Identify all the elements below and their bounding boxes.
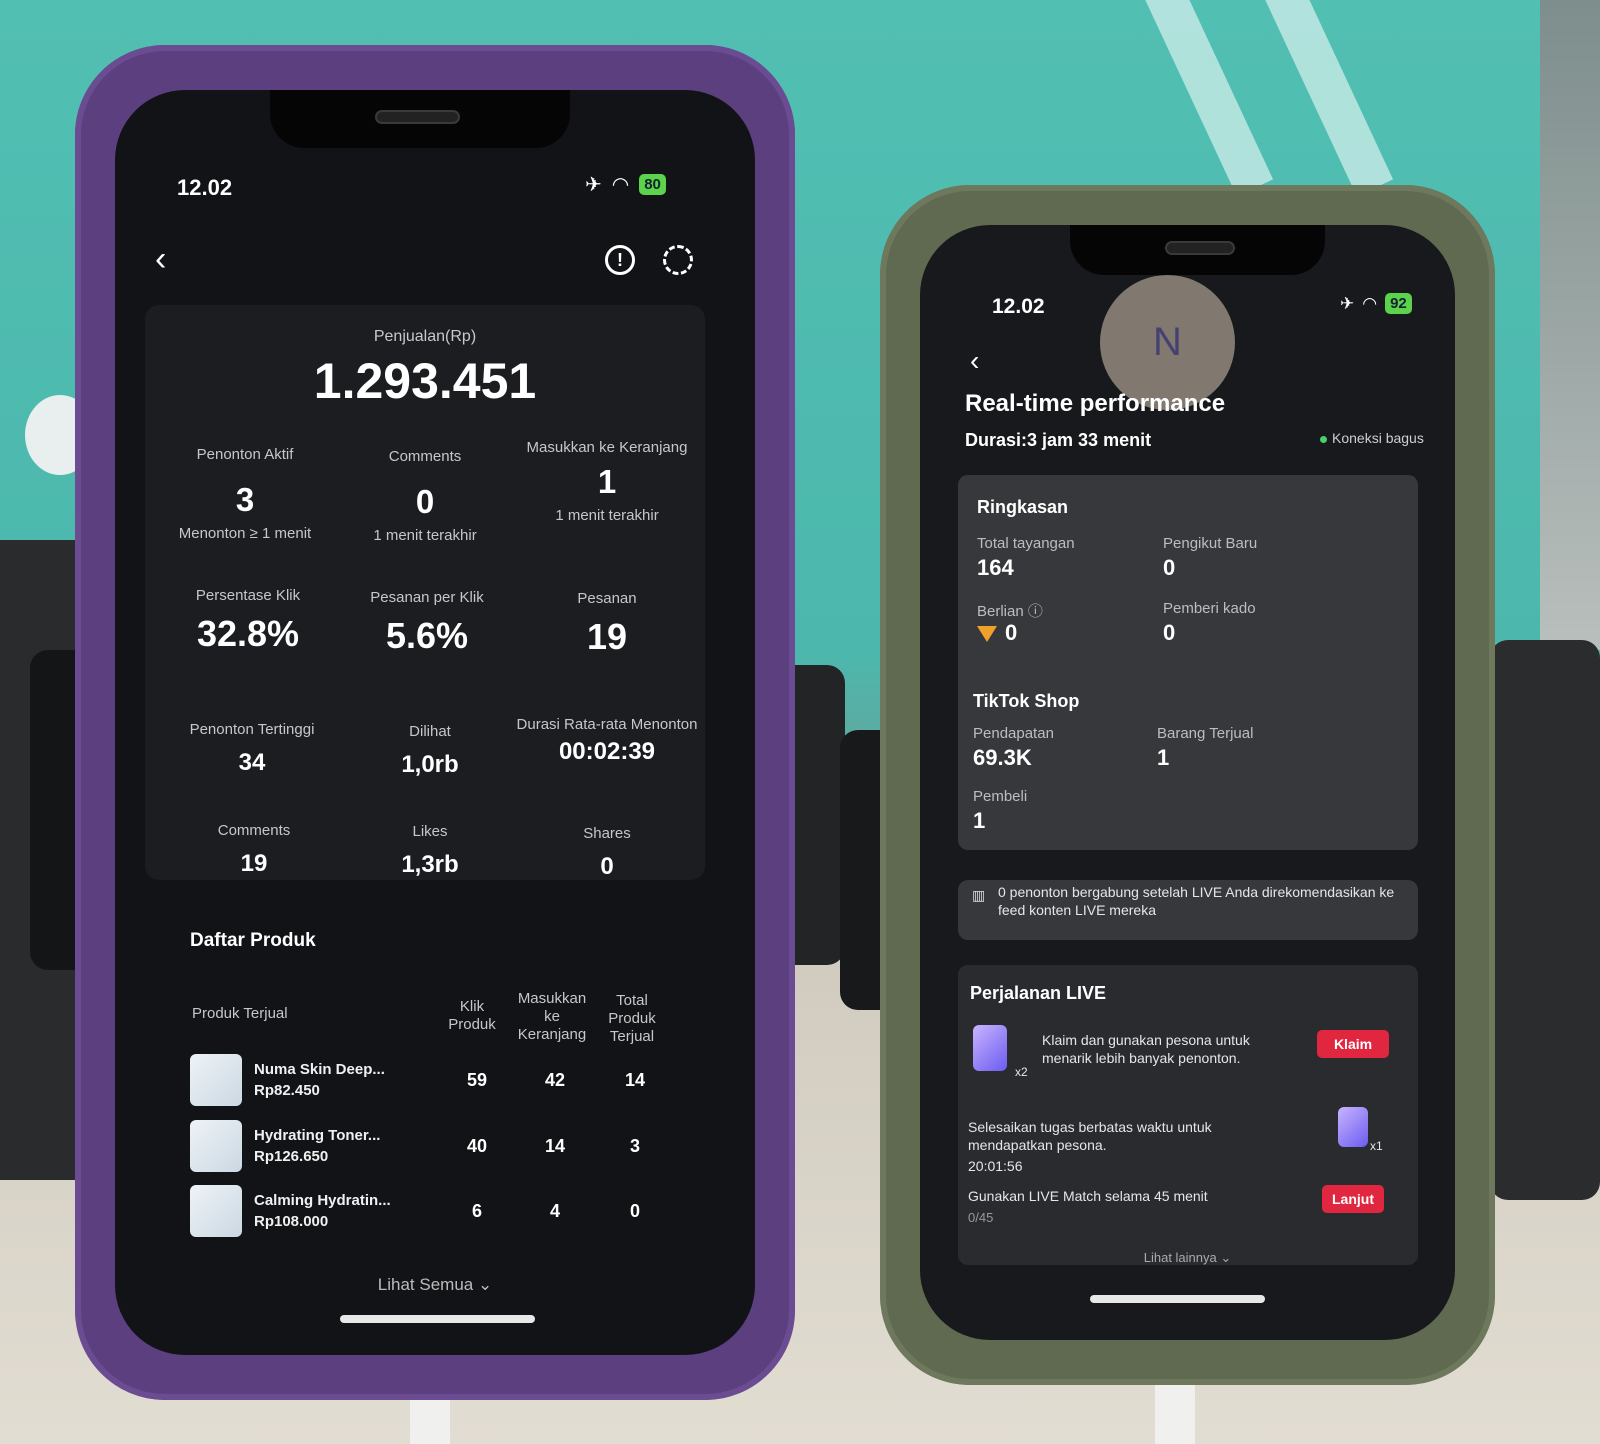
status-time: 12.02: [177, 175, 233, 200]
diamonds-value: 0: [977, 620, 1017, 646]
task2-text: Selesaikan tugas berbatas waktu untuk me…: [968, 1119, 1212, 1153]
product-row[interactable]: Calming Hydratin... Rp108.000 6 4 0: [190, 1183, 670, 1239]
revenue-label: Pendapatan: [973, 725, 1054, 742]
back-icon[interactable]: ‹: [155, 242, 166, 276]
metric-shares: Shares 0: [583, 825, 631, 880]
airplane-icon: ✈: [585, 174, 602, 196]
task2-count: x1: [1370, 1139, 1383, 1153]
left-phone-screen: 12.02 ✈ ◠ 80 ‹ ! Penjualan(Rp) 1.293.451…: [115, 90, 755, 1355]
battery-icon: 92: [1385, 293, 1412, 314]
task1-count: x2: [1015, 1065, 1028, 1079]
revenue-value: 69.3K: [973, 745, 1032, 770]
claim-button[interactable]: Klaim: [1317, 1030, 1389, 1058]
journey-title: Perjalanan LIVE: [970, 983, 1107, 1003]
metric-comments-recent: Comments 0 1 menit terakhir: [373, 448, 477, 544]
product-info: Numa Skin Deep... Rp82.450: [254, 1061, 385, 1099]
product-thumbnail: [190, 1054, 242, 1106]
product-row[interactable]: Numa Skin Deep... Rp82.450 59 42 14: [190, 1052, 670, 1108]
product-thumbnail: [190, 1120, 242, 1172]
col-total-sold: Total Produk Terjual: [608, 992, 656, 1045]
speaker: [375, 110, 460, 124]
product-info: Hydrating Toner... Rp126.650: [254, 1127, 381, 1165]
col-product-sold: Produk Terjual: [192, 1005, 288, 1022]
wifi-icon: ◠: [1362, 293, 1378, 313]
wifi-icon: ◠: [611, 174, 630, 196]
phone-holder-right: [1490, 640, 1600, 1200]
see-all-link[interactable]: Lihat Semua ⌄: [115, 1275, 755, 1295]
metric-likes: Likes 1,3rb: [401, 823, 459, 878]
sales-value: 1.293.451: [313, 353, 537, 409]
page-title: Real-time performance: [965, 390, 1226, 417]
sales-label: Penjualan(Rp): [373, 328, 477, 345]
new-followers-label: Pengikut Baru: [1163, 535, 1258, 552]
info-icon[interactable]: !: [605, 245, 635, 275]
live-feed-note: 0 penonton bergabung setelah LIVE Anda d…: [998, 884, 1395, 918]
products-title: Daftar Produk: [190, 930, 316, 951]
metric-comments: Comments 19: [217, 822, 291, 877]
right-phone: N 12.02 ✈ ◠ 92 ‹ Real-time performance D…: [880, 185, 1495, 1385]
product-row[interactable]: Hydrating Toner... Rp126.650 40 14 3: [190, 1118, 670, 1174]
status-dot-icon: [1320, 435, 1327, 443]
total-views-label: Total tayangan: [977, 535, 1075, 552]
summary-title: Ringkasan: [977, 497, 1069, 517]
connection-status: Koneksi bagus: [1320, 430, 1424, 446]
buyers-label: Pembeli: [973, 788, 1028, 805]
gifters-label: Pemberi kado: [1163, 600, 1256, 617]
product-thumbnail: [190, 1185, 242, 1237]
back-icon[interactable]: ‹: [970, 347, 979, 375]
charm-card-icon: [973, 1025, 1007, 1071]
new-followers-value: 0: [1163, 555, 1176, 580]
left-phone: 12.02 ✈ ◠ 80 ‹ ! Penjualan(Rp) 1.293.451…: [75, 45, 795, 1400]
stand-pole: [1155, 1380, 1195, 1444]
battery-icon: 80: [639, 174, 666, 195]
background-light-stripe: [1246, 0, 1394, 197]
chart-icon: ▥: [972, 887, 986, 903]
info-icon[interactable]: ⓘ: [1028, 603, 1043, 620]
notch: [1070, 225, 1325, 275]
metric-orders: Pesanan 19: [577, 590, 637, 657]
background-light-stripe: [1126, 0, 1274, 197]
gifters-value: 0: [1163, 620, 1176, 645]
product-info: Calming Hydratin... Rp108.000: [254, 1192, 391, 1230]
items-sold-value: 1: [1157, 745, 1170, 770]
metric-click-rate: Persentase Klik 32.8%: [195, 587, 301, 654]
charm-card-icon: [1338, 1107, 1368, 1147]
items-sold-label: Barang Terjual: [1157, 725, 1254, 742]
metric-add-to-cart: Masukkan ke Keranjang 1 1 menit terakhir: [526, 439, 688, 524]
total-views-value: 164: [977, 555, 1014, 580]
refresh-icon[interactable]: [663, 245, 693, 275]
status-icons: ✈ ◠ 80: [585, 172, 666, 197]
buyers-value: 1: [973, 808, 986, 833]
diamond-icon: [977, 626, 997, 643]
col-add-to-cart: Masukkan ke Keranjang: [517, 990, 587, 1043]
metric-views: Dilihat 1,0rb: [401, 723, 459, 778]
task2-timer: 20:01:56: [968, 1158, 1023, 1174]
airplane-icon: ✈: [1340, 293, 1355, 313]
live-duration: Durasi:3 jam 33 menit: [965, 430, 1152, 450]
notch: [270, 90, 570, 148]
continue-button[interactable]: Lanjut: [1322, 1185, 1384, 1213]
metric-peak-viewers: Penonton Tertinggi 34: [189, 721, 315, 776]
home-indicator: [340, 1315, 535, 1323]
metric-orders-per-click: Pesanan per Klik 5.6%: [370, 589, 484, 656]
home-indicator: [1090, 1295, 1265, 1303]
task3-text: Gunakan LIVE Match selama 45 menit: [968, 1188, 1208, 1204]
status-icons: ✈ ◠ 92: [1340, 293, 1412, 314]
right-phone-screen: N 12.02 ✈ ◠ 92 ‹ Real-time performance D…: [920, 225, 1455, 1340]
metric-active-viewers: Penonton Aktif 3 Menonton ≥ 1 menit: [178, 446, 312, 542]
task3-progress: 0/45: [968, 1210, 994, 1225]
col-product-clicks: Klik Produk: [448, 998, 496, 1033]
metric-avg-watch-duration: Durasi Rata-rata Menonton 00:02:39: [516, 716, 698, 765]
see-more-link[interactable]: Lihat lainnya ⌄: [920, 1250, 1455, 1266]
task1-text: Klaim dan gunakan pesona untuk menarik l…: [1042, 1032, 1250, 1066]
background-panel: [1540, 0, 1600, 650]
diamonds-label: Berlian ⓘ: [977, 603, 1043, 620]
shop-title: TikTok Shop: [973, 691, 1080, 711]
status-time: 12.02: [992, 295, 1045, 318]
speaker: [1165, 241, 1235, 255]
